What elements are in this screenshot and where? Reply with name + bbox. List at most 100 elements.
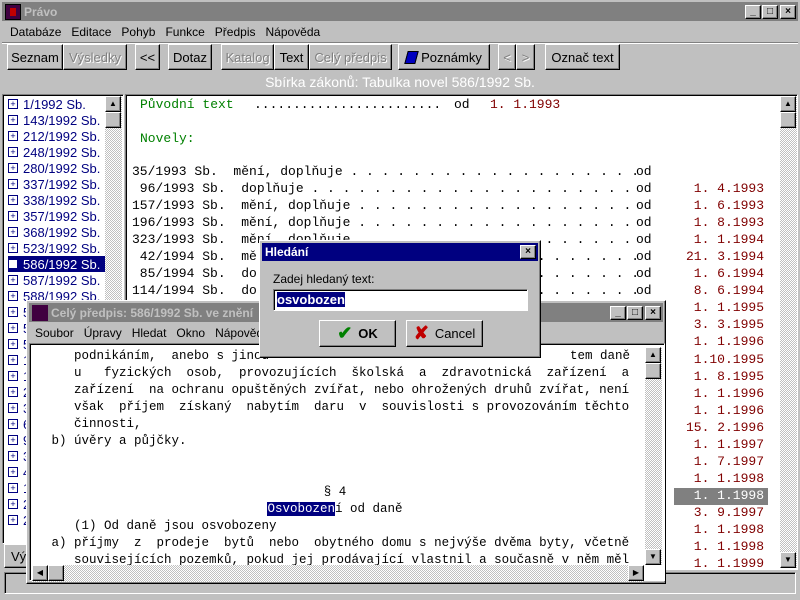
- scroll-thumb[interactable]: [48, 565, 64, 581]
- list-item[interactable]: +212/1992 Sb.: [8, 128, 105, 144]
- minimize-button[interactable]: _: [610, 305, 626, 320]
- expand-plus-icon[interactable]: +: [8, 467, 18, 477]
- effective-date[interactable]: 1. 1.1998: [674, 487, 768, 505]
- expand-plus-icon[interactable]: +: [8, 403, 18, 413]
- list-item[interactable]: +338/1992 Sb.: [8, 192, 105, 208]
- ok-button[interactable]: ✔ OK: [319, 320, 396, 347]
- expand-plus-icon[interactable]: +: [8, 147, 18, 157]
- list-item[interactable]: +523/1992 Sb.: [8, 240, 105, 256]
- vysledky-button[interactable]: Výsledky: [63, 44, 127, 70]
- scroll-thumb[interactable]: [780, 112, 796, 128]
- scroll-up-arrow-icon[interactable]: ▲: [780, 96, 796, 112]
- prev-button[interactable]: <: [498, 44, 516, 70]
- scroll-left-arrow-icon[interactable]: ◀: [32, 565, 48, 581]
- effective-date[interactable]: 1. 1.1996: [674, 403, 768, 420]
- scroll-right-arrow-icon[interactable]: ▶: [628, 565, 644, 581]
- effective-date[interactable]: 3. 9.1997: [674, 505, 768, 522]
- expand-plus-icon[interactable]: +: [8, 179, 18, 189]
- expand-plus-icon[interactable]: +: [8, 227, 18, 237]
- expand-plus-icon[interactable]: +: [8, 243, 18, 253]
- menu-pohyb[interactable]: Pohyb: [121, 25, 155, 39]
- maximize-button[interactable]: □: [627, 305, 643, 320]
- effective-date[interactable]: 1. 1.1995: [674, 300, 768, 317]
- scroll-down-arrow-icon[interactable]: ▼: [780, 552, 796, 568]
- expand-plus-icon[interactable]: +: [8, 307, 18, 317]
- effective-date[interactable]: 1. 1.1996: [674, 334, 768, 351]
- poznamky-button[interactable]: Poznámky: [398, 44, 490, 70]
- menu-databaze[interactable]: Databáze: [10, 25, 61, 39]
- next-button[interactable]: >: [516, 44, 535, 70]
- novel-row[interactable]: 157/1993 Sb. mění, doplňuje . . . . . . …: [132, 198, 766, 215]
- seznam-button[interactable]: Seznam: [7, 44, 63, 70]
- effective-date[interactable]: 1. 1.1996: [674, 386, 768, 403]
- menu-hledat[interactable]: Hledat: [132, 326, 167, 340]
- expand-plus-icon[interactable]: +: [8, 211, 18, 221]
- expand-plus-icon[interactable]: +: [8, 131, 18, 141]
- scroll-thumb[interactable]: [105, 112, 121, 128]
- menu-funkce[interactable]: Funkce: [165, 25, 204, 39]
- expand-plus-icon[interactable]: +: [8, 371, 18, 381]
- expand-plus-icon[interactable]: +: [8, 355, 18, 365]
- child-hscrollbar[interactable]: ◀ ▶: [32, 565, 644, 582]
- list-item[interactable]: +280/1992 Sb.: [8, 160, 105, 176]
- dotaz-button[interactable]: Dotaz: [168, 44, 212, 70]
- list-item[interactable]: +368/1992 Sb.: [8, 224, 105, 240]
- expand-plus-icon[interactable]: +: [8, 275, 18, 285]
- expand-plus-icon[interactable]: +: [8, 339, 18, 349]
- expand-plus-icon[interactable]: +: [8, 291, 18, 301]
- menu-okno[interactable]: Okno: [176, 326, 205, 340]
- list-item[interactable]: +587/1992 Sb.: [8, 272, 105, 288]
- effective-date[interactable]: 1. 8.1993: [674, 215, 768, 232]
- close-button[interactable]: ×: [780, 4, 796, 19]
- effective-date[interactable]: 1. 6.1993: [674, 198, 768, 215]
- scroll-thumb[interactable]: [645, 363, 661, 379]
- close-button[interactable]: ×: [645, 305, 661, 320]
- expand-plus-icon[interactable]: +: [8, 515, 18, 525]
- close-button[interactable]: ×: [520, 245, 536, 259]
- effective-date[interactable]: 3. 3.1995: [674, 317, 768, 334]
- effective-date[interactable]: 21. 3.1994: [674, 249, 768, 266]
- expand-plus-icon[interactable]: +: [8, 163, 18, 173]
- expand-plus-icon[interactable]: +: [8, 483, 18, 493]
- novel-row[interactable]: 35/1993 Sb. mění, doplňuje . . . . . . .…: [132, 164, 766, 181]
- main-scrollbar[interactable]: ▲ ▼: [780, 96, 797, 568]
- effective-date[interactable]: 1. 1.1998: [674, 539, 768, 556]
- effective-date[interactable]: 1. 8.1995: [674, 369, 768, 386]
- expand-plus-icon[interactable]: +: [8, 499, 18, 509]
- effective-date[interactable]: 15. 2.1996: [674, 420, 768, 437]
- cancel-button[interactable]: ✘ Cancel: [406, 320, 483, 347]
- menu-editace[interactable]: Editace: [71, 25, 111, 39]
- effective-date[interactable]: 1. 7.1997: [674, 454, 768, 471]
- expand-plus-icon[interactable]: +: [8, 259, 18, 269]
- list-item[interactable]: +586/1992 Sb.: [8, 256, 105, 272]
- effective-date[interactable]: 1. 1.1999: [674, 556, 768, 573]
- expand-plus-icon[interactable]: +: [8, 451, 18, 461]
- list-item[interactable]: +1/1992 Sb.: [8, 96, 105, 112]
- list-item[interactable]: +143/1992 Sb.: [8, 112, 105, 128]
- expand-plus-icon[interactable]: +: [8, 115, 18, 125]
- list-item[interactable]: +357/1992 Sb.: [8, 208, 105, 224]
- novel-row[interactable]: 196/1993 Sb. mění, doplňuje . . . . . . …: [132, 215, 766, 232]
- list-item[interactable]: +248/1992 Sb.: [8, 144, 105, 160]
- cely-predpis-button[interactable]: Celý předpis: [309, 44, 392, 70]
- maximize-button[interactable]: □: [762, 4, 778, 19]
- effective-date[interactable]: 1. 1.1998: [674, 522, 768, 539]
- katalog-button[interactable]: Katalog: [221, 44, 274, 70]
- scroll-up-arrow-icon[interactable]: ▲: [645, 347, 661, 363]
- expand-plus-icon[interactable]: +: [8, 323, 18, 333]
- minimize-button[interactable]: _: [745, 4, 761, 19]
- effective-date[interactable]: 1. 1.1997: [674, 437, 768, 454]
- document-text[interactable]: tem daně § 4 Osvobození od daně podnikán…: [29, 343, 665, 581]
- menu-soubor[interactable]: Soubor: [35, 326, 74, 340]
- back-button[interactable]: <<: [135, 44, 160, 70]
- expand-plus-icon[interactable]: +: [8, 419, 18, 429]
- effective-date[interactable]: 1. 1.1998: [674, 471, 768, 488]
- oznac-text-button[interactable]: Označ text: [545, 44, 620, 70]
- menu-predpis[interactable]: Předpis: [215, 25, 256, 39]
- scroll-up-arrow-icon[interactable]: ▲: [105, 96, 121, 112]
- effective-date[interactable]: 1. 1.1994: [674, 232, 768, 249]
- expand-plus-icon[interactable]: +: [8, 387, 18, 397]
- expand-plus-icon[interactable]: +: [8, 195, 18, 205]
- menu-upravy[interactable]: Úpravy: [84, 326, 122, 340]
- text-button[interactable]: Text: [274, 44, 309, 70]
